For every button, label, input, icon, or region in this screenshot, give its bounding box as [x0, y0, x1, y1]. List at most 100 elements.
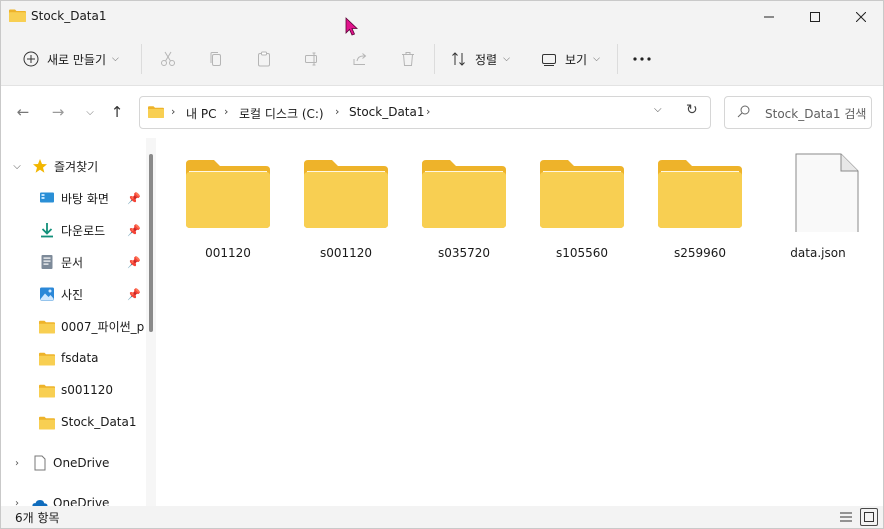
more-button[interactable] [625, 44, 659, 74]
large-icons-view-button[interactable] [860, 508, 878, 526]
breadcrumb-local-disk[interactable]: 로컬 디스크 (C:) [239, 105, 324, 122]
mouse-cursor-icon [345, 17, 358, 36]
folder-item[interactable]: s259960 [650, 152, 750, 268]
sidebar-item-onedrive[interactable]: › OneDrive [1, 449, 147, 477]
details-view-icon [840, 512, 852, 522]
sidebar-item-label: Stock_Data1 [61, 415, 137, 429]
folder-item[interactable]: s035720 [414, 152, 514, 268]
new-button[interactable]: 새로 만들기 ⌵ [15, 44, 119, 74]
sidebar-item-onedrive-cloud[interactable]: › OneDrive [1, 489, 147, 506]
delete-icon [402, 52, 414, 66]
sidebar-item-label: 바탕 화면 [61, 191, 109, 206]
sidebar-item-pictures[interactable]: 사진 📌 [1, 280, 147, 308]
maximize-button[interactable] [792, 1, 838, 32]
folder-icon [422, 160, 506, 228]
chevron-down-icon: ⌵ [503, 54, 510, 64]
file-icon [34, 455, 46, 471]
sort-icon [452, 52, 465, 66]
sidebar-item-label: fsdata [61, 351, 99, 365]
folder-item[interactable]: 001120 [178, 152, 278, 268]
chevron-down-icon[interactable]: ⌵ [11, 161, 23, 172]
more-icon [633, 57, 651, 61]
view-button[interactable]: 보기 ⌵ [537, 44, 600, 74]
share-button[interactable] [343, 44, 377, 74]
file-icon [795, 153, 859, 232]
file-item[interactable]: data.json [768, 152, 868, 268]
sidebar-item-label: 다운로드 [61, 223, 106, 238]
arrow-right-icon: → [51, 103, 65, 121]
folder-icon [304, 160, 388, 228]
breadcrumb-separator: › [171, 105, 176, 118]
sidebar-item-label: 0007_파이썬_p [61, 319, 145, 334]
minimize-button[interactable] [746, 1, 792, 32]
sidebar-item-desktop[interactable]: 바탕 화면 📌 [1, 184, 147, 212]
copy-icon [210, 52, 221, 66]
download-icon [41, 223, 53, 238]
new-button-label: 새로 만들기 [47, 52, 107, 67]
toolbar-divider [141, 44, 142, 74]
desktop-icon [40, 192, 54, 203]
forward-button[interactable]: → [46, 100, 70, 124]
chevron-right-icon[interactable]: › [11, 498, 23, 507]
toolbar-divider [617, 44, 618, 74]
command-bar: 새로 만들기 ⌵ 정렬 ⌵ 보기 ⌵ [1, 17, 883, 86]
paste-button[interactable] [247, 44, 281, 74]
chevron-down-icon[interactable]: ⌵ [654, 104, 662, 115]
delete-button[interactable] [391, 44, 425, 74]
paste-icon [258, 51, 270, 67]
recent-locations-button[interactable]: ⌵ [78, 100, 102, 124]
folder-icon [39, 384, 55, 398]
item-name: s105560 [555, 246, 609, 260]
search-placeholder: Stock_Data1 검색 [765, 107, 867, 121]
address-bar[interactable]: › 내 PC › 로컬 디스크 (C:) › Stock_Data1 › ⌵ ↻ [139, 96, 711, 129]
sidebar-item-downloads[interactable]: 다운로드 📌 [1, 216, 147, 244]
breadcrumb-stock-data1[interactable]: Stock_Data1 [349, 105, 425, 119]
file-list: 001120 s001120 s035720 s105560 s259960 d… [159, 138, 883, 506]
file-explorer-window: Stock_Data1 새로 만들기 ⌵ 정렬 ⌵ 보기 ⌵ ← → ⌵ ↑ ›… [0, 0, 884, 529]
copy-button[interactable] [199, 44, 233, 74]
breadcrumb-separator: › [224, 105, 229, 118]
arrow-left-icon: ← [16, 103, 30, 121]
sidebar-item-folder[interactable]: 0007_파이썬_p [1, 312, 147, 340]
back-button[interactable]: ← [11, 100, 35, 124]
scrollbar-thumb[interactable] [149, 154, 153, 332]
view-button-label: 보기 [565, 52, 588, 67]
folder-icon [540, 160, 624, 228]
folder-item[interactable]: s001120 [296, 152, 396, 268]
cut-button[interactable] [151, 44, 185, 74]
breadcrumb-this-pc[interactable]: 내 PC [186, 105, 216, 122]
view-icon [542, 54, 556, 66]
sidebar-item-folder[interactable]: Stock_Data1 [1, 408, 147, 436]
chevron-right-icon[interactable]: › [11, 458, 23, 469]
folder-icon [658, 160, 742, 228]
close-button[interactable] [838, 1, 883, 32]
share-icon [353, 53, 367, 65]
sort-button[interactable]: 정렬 ⌵ [447, 44, 510, 74]
plus-circle-icon [23, 51, 39, 67]
chevron-down-icon: ⌵ [86, 106, 94, 118]
folder-item[interactable]: s105560 [532, 152, 632, 268]
rename-button[interactable] [295, 44, 329, 74]
toolbar-divider [434, 44, 435, 74]
breadcrumb-separator: › [335, 105, 340, 118]
search-icon [737, 105, 750, 118]
search-box[interactable]: Stock_Data1 검색 [724, 96, 872, 129]
item-count: 6개 항목 [15, 511, 60, 525]
up-button[interactable]: ↑ [105, 100, 129, 124]
large-icons-view-icon [864, 512, 874, 522]
sidebar-item-quick-access[interactable]: ⌵ 즐겨찾기 [1, 152, 147, 180]
cut-icon [161, 51, 175, 66]
refresh-icon[interactable]: ↻ [686, 102, 698, 118]
sidebar-item-label: s001120 [61, 383, 114, 397]
sidebar-item-folder[interactable]: fsdata [1, 344, 147, 372]
star-icon [33, 159, 47, 173]
sidebar-item-label: OneDrive [53, 496, 110, 506]
sidebar-item-folder[interactable]: s001120 [1, 376, 147, 404]
details-view-button[interactable] [837, 508, 855, 526]
title-bar[interactable]: Stock_Data1 [1, 1, 883, 32]
sidebar-item-documents[interactable]: 문서 📌 [1, 248, 147, 276]
folder-icon [148, 106, 164, 118]
documents-icon [41, 255, 53, 269]
folder-icon [39, 320, 55, 334]
folder-icon [9, 9, 26, 22]
